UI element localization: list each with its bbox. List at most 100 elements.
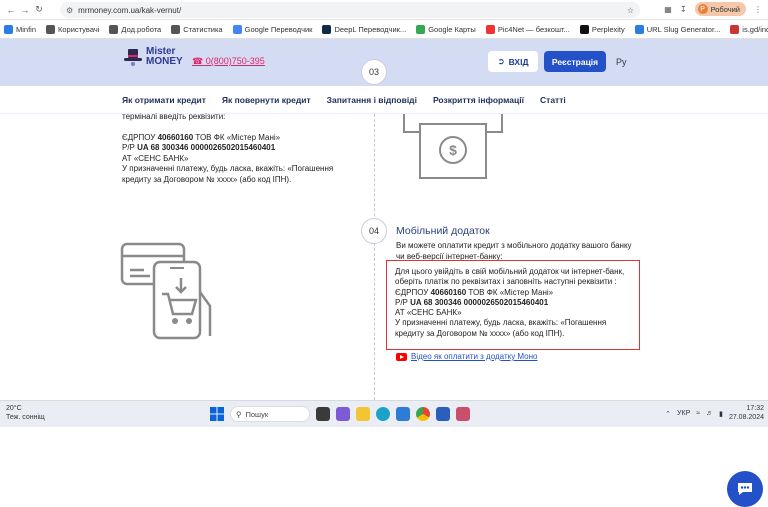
text-line: АТ «СЕНС БАНК» (122, 153, 189, 163)
svg-text:$: $ (449, 142, 457, 158)
taskbar-search[interactable]: ⚲ Пошук (230, 406, 310, 422)
text-line: кредиту за Договором № хххх» (або код ІП… (395, 328, 565, 338)
edge-icon[interactable] (376, 407, 390, 421)
bookmark-label: Pic4Net — безкошт... (497, 24, 570, 34)
chat-widget-button[interactable] (727, 471, 763, 507)
search-placeholder: Пошук (245, 409, 269, 419)
tray-chevron-icon[interactable]: ⌃ (665, 410, 671, 418)
register-label: Реєстрація (551, 56, 599, 67)
back-icon[interactable]: ← (4, 5, 18, 15)
site-info-icon[interactable]: ⚙ (66, 6, 73, 15)
clock[interactable]: 17:32 27.08.2024 (729, 405, 764, 422)
menu-item[interactable]: Статті (540, 95, 566, 105)
menu-item[interactable]: Як повернути кредит (222, 95, 311, 105)
chat-icon (738, 483, 752, 495)
bookmark-item[interactable]: Дод.робота (109, 24, 162, 34)
weather-text: Теж. сонніщ (6, 413, 45, 421)
url-text: mrmoney.com.ua/kak-vernut/ (78, 5, 182, 15)
login-button[interactable]: ➲ ВХІД (488, 51, 538, 72)
bookmark-label: Дод.робота (121, 24, 162, 34)
address-bar[interactable]: ⚙ mrmoney.com.ua/kak-vernut/ ☆ (60, 2, 640, 18)
highlighted-requisites-box: Для цього увійдіть в свій мобільний дода… (386, 260, 640, 350)
bookmark-favicon-icon (730, 24, 740, 34)
text-line: У призначенні платежу, будь ласка, вкажі… (122, 164, 334, 173)
bookmark-item[interactable]: is.gd/index.php (730, 24, 768, 34)
text-line: АТ «СЕНС БАНК» (395, 308, 462, 318)
app-icon[interactable] (456, 407, 470, 421)
task-view-icon[interactable] (316, 407, 330, 421)
menu-item[interactable]: Розкриття інформації (433, 95, 524, 105)
bookmark-item[interactable]: Статистика (171, 24, 223, 34)
terminal-illustration-icon: $ (403, 114, 503, 179)
edrpou-code: 40660160 (157, 132, 194, 142)
bookmark-label: Perplexity (591, 24, 625, 34)
extensions-icon[interactable]: ▦ (664, 5, 672, 14)
battery-icon[interactable]: ▮ (719, 410, 723, 418)
site-logo[interactable]: Mister MONEY (122, 47, 183, 67)
login-label: ВХІД (508, 56, 529, 67)
bookmark-favicon-icon (171, 24, 181, 34)
volume-icon[interactable]: ♬ (706, 410, 713, 417)
text-line: ЄДРПОУ 40660160 ТОВ ФК «Містер Мані» (122, 132, 281, 142)
store-icon[interactable] (396, 407, 410, 421)
bookmark-favicon-icon (579, 24, 589, 34)
bookmarks-bar: Minfin Користувачі Дод.робота Статистика Goo… (0, 20, 768, 39)
bookmark-item[interactable]: Google Карты (416, 24, 476, 34)
forward-icon[interactable]: → (18, 5, 32, 15)
wifi-icon[interactable]: ≈ (696, 410, 700, 417)
bookmark-item[interactable]: Perplexity (579, 24, 625, 34)
menu-dots-icon[interactable]: ⋮ (754, 5, 762, 14)
text-line: Р/Р UA 68 300346 0000026502015460401 (122, 143, 276, 152)
bookmark-favicon-icon (634, 24, 644, 34)
browser-toolbar: ← → ↻ ⚙ mrmoney.com.ua/kak-vernut/ ☆ ▦ ↧… (0, 0, 768, 20)
windows-start-icon[interactable] (210, 407, 224, 421)
language-switch[interactable]: Ру (616, 57, 627, 67)
keyboard-language[interactable]: УКР (677, 410, 690, 417)
file-explorer-icon[interactable] (356, 407, 370, 421)
bookmark-item[interactable]: Minfin (4, 24, 37, 34)
download-icon[interactable]: ↧ (680, 5, 687, 14)
weather-widget[interactable]: 20°C Теж. сонніщ (6, 405, 45, 422)
profile-button[interactable]: Р Робочий (694, 2, 746, 16)
text-line: ЄДРПОУ 40660160 ТОВ ФК «Містер Мані» (395, 287, 554, 297)
menu-item[interactable]: Як отримати кредит (122, 95, 206, 105)
bookmark-label: DeepL Переводчик... (334, 24, 407, 34)
register-button[interactable]: Реєстрація (544, 51, 606, 72)
login-icon: ➲ (497, 56, 505, 66)
logo-text-bottom: MONEY (146, 56, 183, 67)
video-link-text: Відео як оплатити з додатку Моно (411, 352, 538, 361)
text-line: Для цього увійдіть в свій мобільний дода… (395, 267, 625, 276)
step-marker-03: 03 (361, 59, 387, 85)
date: 27.08.2024 (728, 413, 764, 421)
word-icon[interactable] (436, 407, 450, 421)
timeline-line (374, 114, 375, 400)
bookmark-favicon-icon (109, 24, 119, 34)
youtube-icon (396, 352, 407, 361)
bookmark-star-icon[interactable]: ☆ (627, 6, 634, 15)
bookmark-favicon-icon (322, 24, 332, 34)
hat-logo-icon (124, 49, 142, 66)
bookmark-label: Minfin (16, 24, 37, 34)
bookmark-item[interactable]: Google Переводчик (232, 24, 312, 34)
menu-item[interactable]: Запитання і відповіді (327, 95, 417, 105)
mono-video-link[interactable]: Відео як оплатити з додатку Моно (396, 352, 538, 361)
bookmark-label: is.gd/index.php (742, 24, 768, 34)
reload-icon[interactable]: ↻ (32, 4, 46, 15)
bookmark-label: Користувачі (58, 24, 100, 34)
text-line: У призначенні платежу, будь ласка, вкажі… (395, 318, 607, 328)
phone-icon: ☎ (192, 56, 204, 66)
bookmark-item[interactable]: Користувачі (46, 24, 100, 34)
bookmark-item[interactable]: URL Slug Generator... (634, 24, 721, 34)
text-line: Ви можете оплатити кредит з мобільного д… (396, 241, 632, 250)
section-intro: Ви можете оплатити кредит з мобільного д… (396, 241, 636, 262)
text-line: терміналі введіть реквізити: (122, 112, 226, 121)
bookmark-item[interactable]: DeepL Переводчик... (322, 24, 407, 34)
widgets-icon[interactable] (336, 407, 350, 421)
chrome-icon[interactable] (416, 407, 430, 421)
avatar: Р (697, 4, 708, 14)
profile-label: Робочий (710, 4, 740, 14)
phone-link[interactable]: ☎ 0(800)750-395 (192, 56, 265, 67)
taskbar: 20°C Теж. сонніщ ⚲ Пошук ⌃ УКР ≈ ♬ ▮ 17:… (0, 400, 768, 427)
bookmark-label: URL Slug Generator... (646, 24, 721, 34)
bookmark-item[interactable]: Pic4Net — безкошт... (485, 24, 570, 34)
